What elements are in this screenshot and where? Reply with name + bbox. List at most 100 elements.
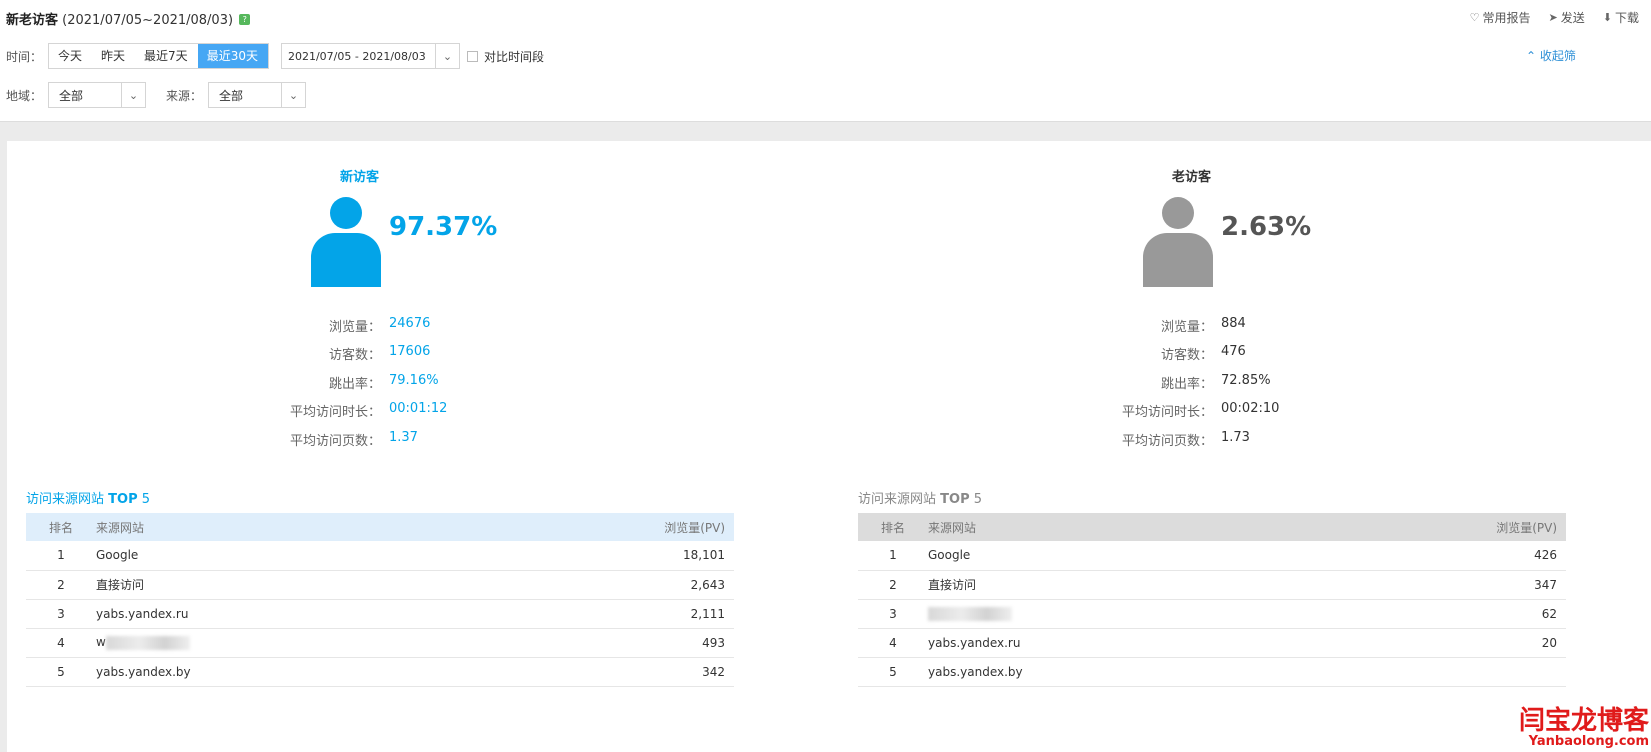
stat-value: 00:02:10 bbox=[1221, 401, 1280, 416]
stat-row: 平均访问页数： 1.73 bbox=[1033, 430, 1250, 450]
stat-row: 浏览量： 884 bbox=[1033, 316, 1246, 336]
row-pv: 493 bbox=[594, 628, 734, 658]
filter-header: 新老访客 (2021/07/05~2021/08/03) ? ♡ 常用报告 ➤ … bbox=[0, 0, 1651, 122]
table-row: 1 Google 18,101 bbox=[26, 541, 734, 571]
favorite-report-button[interactable]: ♡ 常用报告 bbox=[1470, 9, 1531, 26]
chevron-down-icon[interactable]: ⌄ bbox=[434, 44, 459, 68]
row-site: 直接访问 bbox=[928, 570, 1426, 600]
collapse-filter-link[interactable]: ⌃ 收起筛 bbox=[1526, 47, 1576, 64]
favorite-report-label: 常用报告 bbox=[1482, 11, 1531, 25]
table-row: 5 yabs.yandex.by 342 bbox=[26, 657, 734, 687]
collapse-filter-label: 收起筛 bbox=[1539, 49, 1576, 63]
row-site: yabs.yandex.by bbox=[96, 657, 594, 687]
row-pv: 2,643 bbox=[594, 570, 734, 600]
stat-label: 访客数： bbox=[1160, 348, 1213, 363]
help-icon[interactable]: ? bbox=[239, 14, 251, 25]
stat-value: 476 bbox=[1221, 344, 1246, 359]
source-value: 全部 bbox=[219, 88, 244, 103]
send-label: 发送 bbox=[1560, 11, 1585, 25]
row-pv bbox=[1426, 657, 1566, 687]
table-row: 5 yabs.yandex.by bbox=[858, 657, 1566, 687]
source-label: 来源： bbox=[166, 88, 203, 103]
date-range-picker[interactable]: 2021/07/05 - 2021/08/03 ⌄ bbox=[280, 43, 460, 69]
new-source-table: 排名 来源网站 浏览量(PV) 1 Google 18,101 2 直接访问 2… bbox=[26, 513, 734, 687]
stat-row: 浏览量： 24676 bbox=[201, 316, 430, 336]
row-pv: 347 bbox=[1426, 570, 1566, 600]
date-range-value: 2021/07/05 - 2021/08/03 bbox=[287, 49, 426, 63]
page-title: 新老访客 (2021/07/05~2021/08/03) ? bbox=[6, 9, 251, 28]
row-rank: 2 bbox=[858, 570, 928, 600]
time-today-button[interactable]: 今天 bbox=[49, 44, 92, 68]
table-row: 2 直接访问 2,643 bbox=[26, 570, 734, 600]
column-site[interactable]: 来源网站 bbox=[928, 513, 1426, 541]
row-rank: 4 bbox=[858, 628, 928, 658]
stat-row: 跳出率： 79.16% bbox=[201, 373, 439, 393]
row-rank: 5 bbox=[26, 657, 96, 687]
stat-label: 访客数： bbox=[328, 348, 381, 363]
watermark-cn: 闫宝龙博客 bbox=[1518, 706, 1649, 736]
stat-label: 跳出率： bbox=[1160, 377, 1213, 392]
row-site: yabs.yandex.ru bbox=[928, 628, 1426, 658]
column-pv[interactable]: 浏览量(PV) bbox=[594, 513, 734, 541]
stat-row: 访客数： 17606 bbox=[201, 344, 430, 364]
row-site: yabs.yandex.by bbox=[928, 657, 1426, 687]
time-filter-row: 时间： 今天 昨天 最近7天 最近30天 2021/07/05 - 2021/0… bbox=[6, 43, 544, 69]
old-visitor-percent: 2.63% bbox=[1221, 212, 1312, 242]
region-label: 地域： bbox=[6, 88, 43, 103]
table-header-row: 排名 来源网站 浏览量(PV) bbox=[26, 513, 734, 541]
redacted-blur bbox=[928, 606, 1012, 621]
new-visitor-title: 新访客 bbox=[340, 170, 380, 185]
table-row: 3 yabs.yandex.ru 2,111 bbox=[26, 599, 734, 629]
time-last7-button[interactable]: 最近7天 bbox=[135, 44, 198, 68]
row-site: Google bbox=[96, 541, 594, 571]
row-pv: 20 bbox=[1426, 628, 1566, 658]
source-select[interactable]: 全部 ⌄ bbox=[208, 82, 307, 108]
row-site bbox=[928, 599, 1426, 629]
row-site: yabs.yandex.ru bbox=[96, 599, 594, 629]
row-rank: 3 bbox=[858, 599, 928, 629]
old-visitor-person-icon bbox=[1143, 197, 1213, 287]
table-header-row: 排名 来源网站 浏览量(PV) bbox=[858, 513, 1566, 541]
checkbox-box[interactable] bbox=[466, 50, 478, 62]
compare-period-checkbox[interactable]: 对比时间段 bbox=[466, 48, 544, 65]
row-site: Google bbox=[928, 541, 1426, 571]
chevron-down-icon[interactable]: ⌄ bbox=[281, 83, 305, 107]
row-rank: 4 bbox=[26, 628, 96, 658]
stat-row: 平均访问页数： 1.37 bbox=[201, 430, 418, 450]
stat-row: 跳出率： 72.85% bbox=[1033, 373, 1271, 393]
stat-label: 平均访问页数： bbox=[1121, 434, 1213, 449]
new-source-table-title: 访问来源网站 TOP 5 bbox=[26, 488, 150, 507]
new-visitor-person-icon bbox=[311, 197, 381, 287]
download-button[interactable]: ⬇ 下载 bbox=[1603, 9, 1639, 26]
stat-label: 浏览量： bbox=[1160, 320, 1213, 335]
table-title-num: 5 bbox=[973, 492, 983, 507]
watermark-en: Yanbaolong.com bbox=[1528, 734, 1649, 749]
stat-label: 跳出率： bbox=[328, 377, 381, 392]
stat-value: 1.37 bbox=[389, 430, 418, 445]
stat-row: 平均访问时长： 00:02:10 bbox=[1033, 401, 1279, 421]
column-rank[interactable]: 排名 bbox=[26, 513, 96, 541]
toolbar: ♡ 常用报告 ➤ 发送 ⬇ 下载 bbox=[1470, 9, 1639, 26]
column-pv[interactable]: 浏览量(PV) bbox=[1426, 513, 1566, 541]
table-title-text: 访问来源网站 bbox=[858, 492, 937, 507]
old-visitor-title: 老访客 bbox=[1172, 170, 1212, 185]
download-icon: ⬇ bbox=[1602, 11, 1612, 24]
compare-period-label: 对比时间段 bbox=[483, 49, 544, 64]
region-select[interactable]: 全部 ⌄ bbox=[48, 82, 147, 108]
send-button[interactable]: ➤ 发送 bbox=[1549, 9, 1585, 26]
chevron-down-icon[interactable]: ⌄ bbox=[121, 83, 145, 107]
stat-value: 00:01:12 bbox=[389, 401, 448, 416]
region-source-row: 地域： 全部 ⌄ 来源： 全部 ⌄ bbox=[6, 82, 307, 108]
row-rank: 2 bbox=[26, 570, 96, 600]
chevron-up-icon: ⌃ bbox=[1526, 49, 1537, 63]
table-row: 3 62 bbox=[858, 599, 1566, 629]
row-pv: 62 bbox=[1426, 599, 1566, 629]
time-last30-button[interactable]: 最近30天 bbox=[197, 44, 268, 68]
download-label: 下载 bbox=[1614, 11, 1639, 25]
old-source-table-title: 访问来源网站 TOP 5 bbox=[858, 488, 982, 507]
region-value: 全部 bbox=[59, 88, 84, 103]
column-site[interactable]: 来源网站 bbox=[96, 513, 594, 541]
column-rank[interactable]: 排名 bbox=[858, 513, 928, 541]
time-yesterday-button[interactable]: 昨天 bbox=[92, 44, 135, 68]
stat-value: 24676 bbox=[389, 316, 431, 331]
